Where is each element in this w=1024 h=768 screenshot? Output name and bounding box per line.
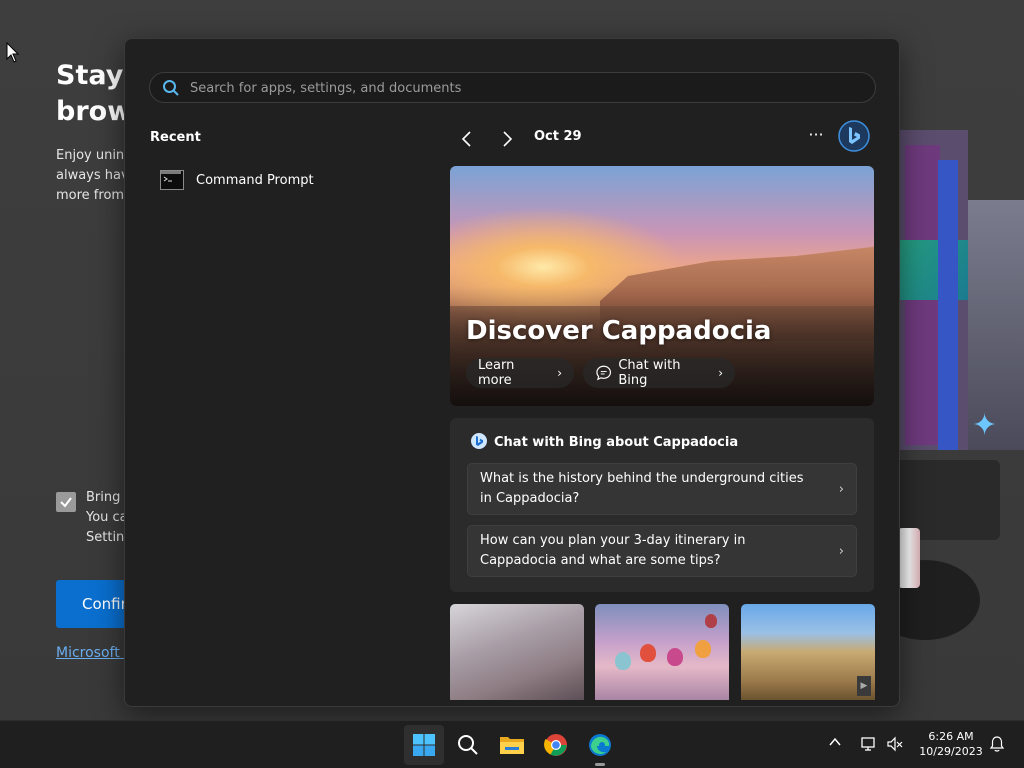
recent-item-label: Command Prompt bbox=[196, 172, 314, 188]
command-prompt-icon bbox=[160, 170, 184, 190]
balloon-shape bbox=[695, 640, 711, 658]
chevron-right-icon[interactable] bbox=[495, 127, 519, 151]
taskbar-search-button[interactable] bbox=[448, 725, 488, 765]
chevron-right-icon: › bbox=[557, 366, 562, 380]
recent-heading: Recent bbox=[150, 130, 201, 145]
thumbnail-hot-air-balloons[interactable] bbox=[595, 604, 729, 700]
thumbnail-rock-formations[interactable] bbox=[741, 604, 875, 700]
clock-date: 10/29/2023 bbox=[919, 745, 983, 758]
search-box[interactable] bbox=[149, 72, 876, 103]
hero-card[interactable]: Discover Cappadocia Learn more › Chat wi… bbox=[450, 166, 874, 406]
system-clock[interactable]: 6:26 AM 10/29/2023 bbox=[916, 729, 986, 759]
scroll-right-button[interactable]: ▶ bbox=[857, 676, 871, 696]
windows-logo-icon bbox=[413, 734, 435, 756]
edge-button[interactable] bbox=[580, 725, 620, 765]
suggested-question-button[interactable]: How can you plan your 3-day itinerary in… bbox=[467, 525, 857, 577]
thumbnail-fairy-chimneys[interactable] bbox=[450, 604, 584, 700]
sparkle-icon: ✦ bbox=[972, 408, 998, 443]
suggested-question-button[interactable]: What is the history behind the undergrou… bbox=[467, 463, 857, 515]
clock-time: 6:26 AM bbox=[928, 730, 974, 743]
show-hidden-icons-button[interactable] bbox=[828, 735, 842, 753]
decorative-art bbox=[898, 528, 920, 588]
edge-icon bbox=[589, 734, 611, 756]
search-icon bbox=[163, 80, 179, 96]
chat-with-bing-card: Chat with Bing about Cappadocia What is … bbox=[450, 418, 874, 592]
recent-item-command-prompt[interactable]: Command Prompt bbox=[150, 164, 430, 196]
chat-card-title: Chat with Bing about Cappadocia bbox=[494, 435, 739, 450]
balloon-shape bbox=[667, 648, 683, 666]
chrome-icon bbox=[544, 734, 567, 756]
chevron-right-icon: › bbox=[718, 366, 723, 380]
suggested-question-text: How can you plan your 3-day itinerary in… bbox=[480, 533, 746, 568]
start-button[interactable] bbox=[404, 725, 444, 765]
search-input[interactable] bbox=[190, 77, 850, 99]
chat-with-bing-button[interactable]: Chat with Bing › bbox=[583, 358, 735, 388]
network-icon[interactable] bbox=[860, 735, 878, 753]
background-checkbox[interactable] bbox=[56, 492, 76, 512]
checkmark-icon bbox=[60, 497, 72, 508]
running-app-indicator bbox=[595, 763, 605, 766]
bing-icon[interactable] bbox=[837, 119, 871, 153]
chevron-left-icon[interactable] bbox=[455, 127, 479, 151]
mouse-cursor-icon bbox=[6, 42, 20, 63]
balloon-shape bbox=[640, 644, 656, 662]
folder-icon bbox=[500, 737, 524, 754]
file-explorer-button[interactable] bbox=[492, 725, 532, 765]
taskbar: 6:26 AM 10/29/2023 bbox=[0, 720, 1024, 768]
volume-muted-icon[interactable] bbox=[886, 735, 904, 753]
search-icon bbox=[458, 735, 478, 755]
balloon-shape bbox=[615, 652, 631, 670]
chat-bubble-icon bbox=[596, 365, 612, 381]
chat-with-bing-label: Chat with Bing bbox=[618, 358, 681, 388]
more-options-button[interactable]: ··· bbox=[803, 125, 829, 149]
search-flyout: Recent Command Prompt Oct 29 ··· Discove… bbox=[124, 38, 900, 707]
chevron-up-icon bbox=[829, 737, 841, 746]
notification-bell-icon[interactable] bbox=[988, 735, 1006, 753]
chrome-button[interactable] bbox=[536, 725, 576, 765]
hero-title: Discover Cappadocia bbox=[466, 316, 772, 346]
decorative-art bbox=[938, 160, 958, 450]
learn-more-button[interactable]: Learn more › bbox=[466, 358, 574, 388]
suggested-question-text: What is the history behind the undergrou… bbox=[480, 471, 804, 506]
learn-more-label: Learn more bbox=[478, 358, 515, 388]
chevron-right-icon: › bbox=[838, 482, 844, 497]
bing-icon bbox=[471, 433, 487, 449]
highlights-date: Oct 29 bbox=[534, 129, 582, 144]
chevron-right-icon: › bbox=[838, 544, 844, 559]
balloon-shape bbox=[705, 614, 717, 628]
